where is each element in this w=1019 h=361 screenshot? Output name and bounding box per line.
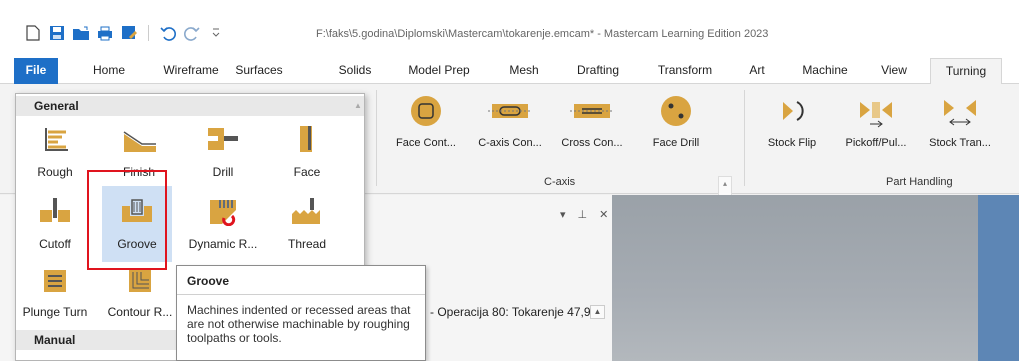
print-icon[interactable] [96, 24, 114, 42]
cross-contour-button[interactable]: Cross Con... [552, 94, 632, 149]
stock-flip-icon [760, 94, 824, 131]
tab-turning[interactable]: Turning [930, 58, 1002, 85]
face-drill-icon [640, 94, 712, 131]
contour-rough-icon [100, 268, 180, 297]
rough-icon [20, 124, 90, 157]
tab-transform[interactable]: Transform [650, 58, 720, 84]
rough-label: Rough [37, 165, 73, 179]
cross-contour-icon [552, 94, 632, 131]
dynamic-rough-label: Dynamic R... [188, 237, 258, 251]
plunge-turn-label: Plunge Turn [22, 305, 88, 319]
tab-art[interactable]: Art [742, 58, 772, 84]
face-contour-icon [384, 94, 468, 131]
save-icon[interactable] [48, 24, 66, 42]
tab-file[interactable]: File [14, 58, 58, 84]
face-contour-label: Face Cont... [396, 137, 456, 149]
contour-rough-label: Contour R... [107, 305, 173, 319]
rough-toolpath-button[interactable]: Rough [20, 124, 90, 179]
pickoff-pull-button[interactable]: Pickoff/Pul... [834, 94, 918, 149]
viewport-sidebar [978, 195, 1019, 361]
tab-drafting[interactable]: Drafting [566, 58, 630, 84]
stock-flip-button[interactable]: Stock Flip [760, 94, 824, 149]
caxis-contour-icon [468, 94, 552, 131]
face-icon [272, 124, 342, 157]
tab-mesh[interactable]: Mesh [502, 58, 546, 84]
tab-surfaces[interactable]: Surfaces [226, 58, 292, 84]
groove-highlight-box [87, 170, 167, 270]
contour-rough-toolpath-button[interactable]: Contour R... [100, 268, 180, 319]
drill-toolpath-button[interactable]: Drill [188, 124, 258, 179]
tab-home[interactable]: Home [84, 58, 134, 84]
stock-transfer-label: Stock Tran... [929, 137, 991, 149]
quick-access-toolbar [24, 24, 225, 42]
face-label: Face [293, 165, 321, 179]
stock-transfer-button[interactable]: Stock Tran... [920, 94, 1000, 149]
tooltip-description: Machines indented or recessed areas that… [187, 303, 411, 345]
title-bar: F:\faks\5.godina\Diplomski\Mastercam\tok… [0, 0, 1019, 58]
face-toolpath-button[interactable]: Face [272, 124, 342, 179]
pin-icon[interactable]: ⊥ [578, 208, 588, 221]
window-title: F:\faks\5.godina\Diplomski\Mastercam\tok… [316, 28, 769, 40]
customize-dropdown-icon[interactable] [207, 24, 225, 42]
gallery-scroll-up[interactable]: ▲ [352, 96, 364, 116]
thread-toolpath-button[interactable]: Thread [272, 196, 342, 251]
operation-tree-item[interactable]: - Operacija 80: Tokarenje 47,9 [430, 305, 590, 319]
tab-machine[interactable]: Machine [793, 58, 857, 84]
group-divider [376, 90, 377, 186]
face-drill-button[interactable]: Face Drill [640, 94, 712, 149]
open-icon[interactable] [72, 24, 90, 42]
stock-flip-label: Stock Flip [767, 137, 817, 149]
part-handling-group-label: Part Handling [886, 176, 953, 188]
tooltip-divider [177, 294, 425, 295]
redo-icon[interactable] [183, 24, 201, 42]
tab-solids[interactable]: Solids [330, 58, 380, 84]
stock-transfer-icon [920, 94, 1000, 131]
face-drill-label: Face Drill [652, 137, 700, 149]
graphics-viewport[interactable] [612, 195, 978, 361]
face-contour-button[interactable]: Face Cont... [384, 94, 468, 149]
ribbon-tabs: File Home Wireframe Surfaces Solids Mode… [0, 58, 1019, 85]
panel-controls: ▾ ⊥ ✕ [560, 208, 608, 221]
group-divider [744, 90, 745, 186]
drill-icon [188, 124, 258, 157]
cutoff-toolpath-button[interactable]: Cutoff [20, 196, 90, 251]
toolbar-separator [148, 25, 149, 41]
undo-icon[interactable] [159, 24, 177, 42]
dynamic-rough-icon [188, 196, 258, 229]
thread-label: Thread [287, 237, 327, 251]
drill-label: Drill [212, 165, 234, 179]
caxis-contour-button[interactable]: C-axis Con... [468, 94, 552, 149]
tab-view[interactable]: View [874, 58, 914, 84]
groove-tooltip: Groove Machines indented or recessed are… [176, 265, 426, 361]
thread-icon [272, 196, 342, 229]
plunge-turn-toolpath-button[interactable]: Plunge Turn [20, 268, 90, 319]
caxis-contour-label: C-axis Con... [478, 137, 542, 149]
general-section-header: General [16, 96, 364, 116]
pickoff-pull-label: Pickoff/Pul... [845, 137, 907, 149]
pickoff-pull-icon [834, 94, 918, 131]
tab-model-prep[interactable]: Model Prep [400, 58, 478, 84]
panel-menu-icon[interactable]: ▾ [560, 208, 566, 221]
cutoff-label: Cutoff [39, 237, 71, 251]
tree-scrollbar[interactable]: ▲ [590, 305, 605, 319]
close-icon[interactable]: ✕ [599, 208, 608, 221]
caxis-group-label: C-axis [544, 176, 576, 188]
tooltip-title: Groove [187, 274, 230, 288]
dynamic-rough-toolpath-button[interactable]: Dynamic R... [188, 196, 258, 251]
finish-icon [104, 124, 174, 157]
plunge-turn-icon [20, 268, 90, 297]
cross-contour-label: Cross Con... [561, 137, 623, 149]
cutoff-icon [20, 196, 90, 229]
tab-wireframe[interactable]: Wireframe [158, 58, 224, 84]
new-file-icon[interactable] [24, 24, 42, 42]
save-as-icon[interactable] [120, 24, 138, 42]
